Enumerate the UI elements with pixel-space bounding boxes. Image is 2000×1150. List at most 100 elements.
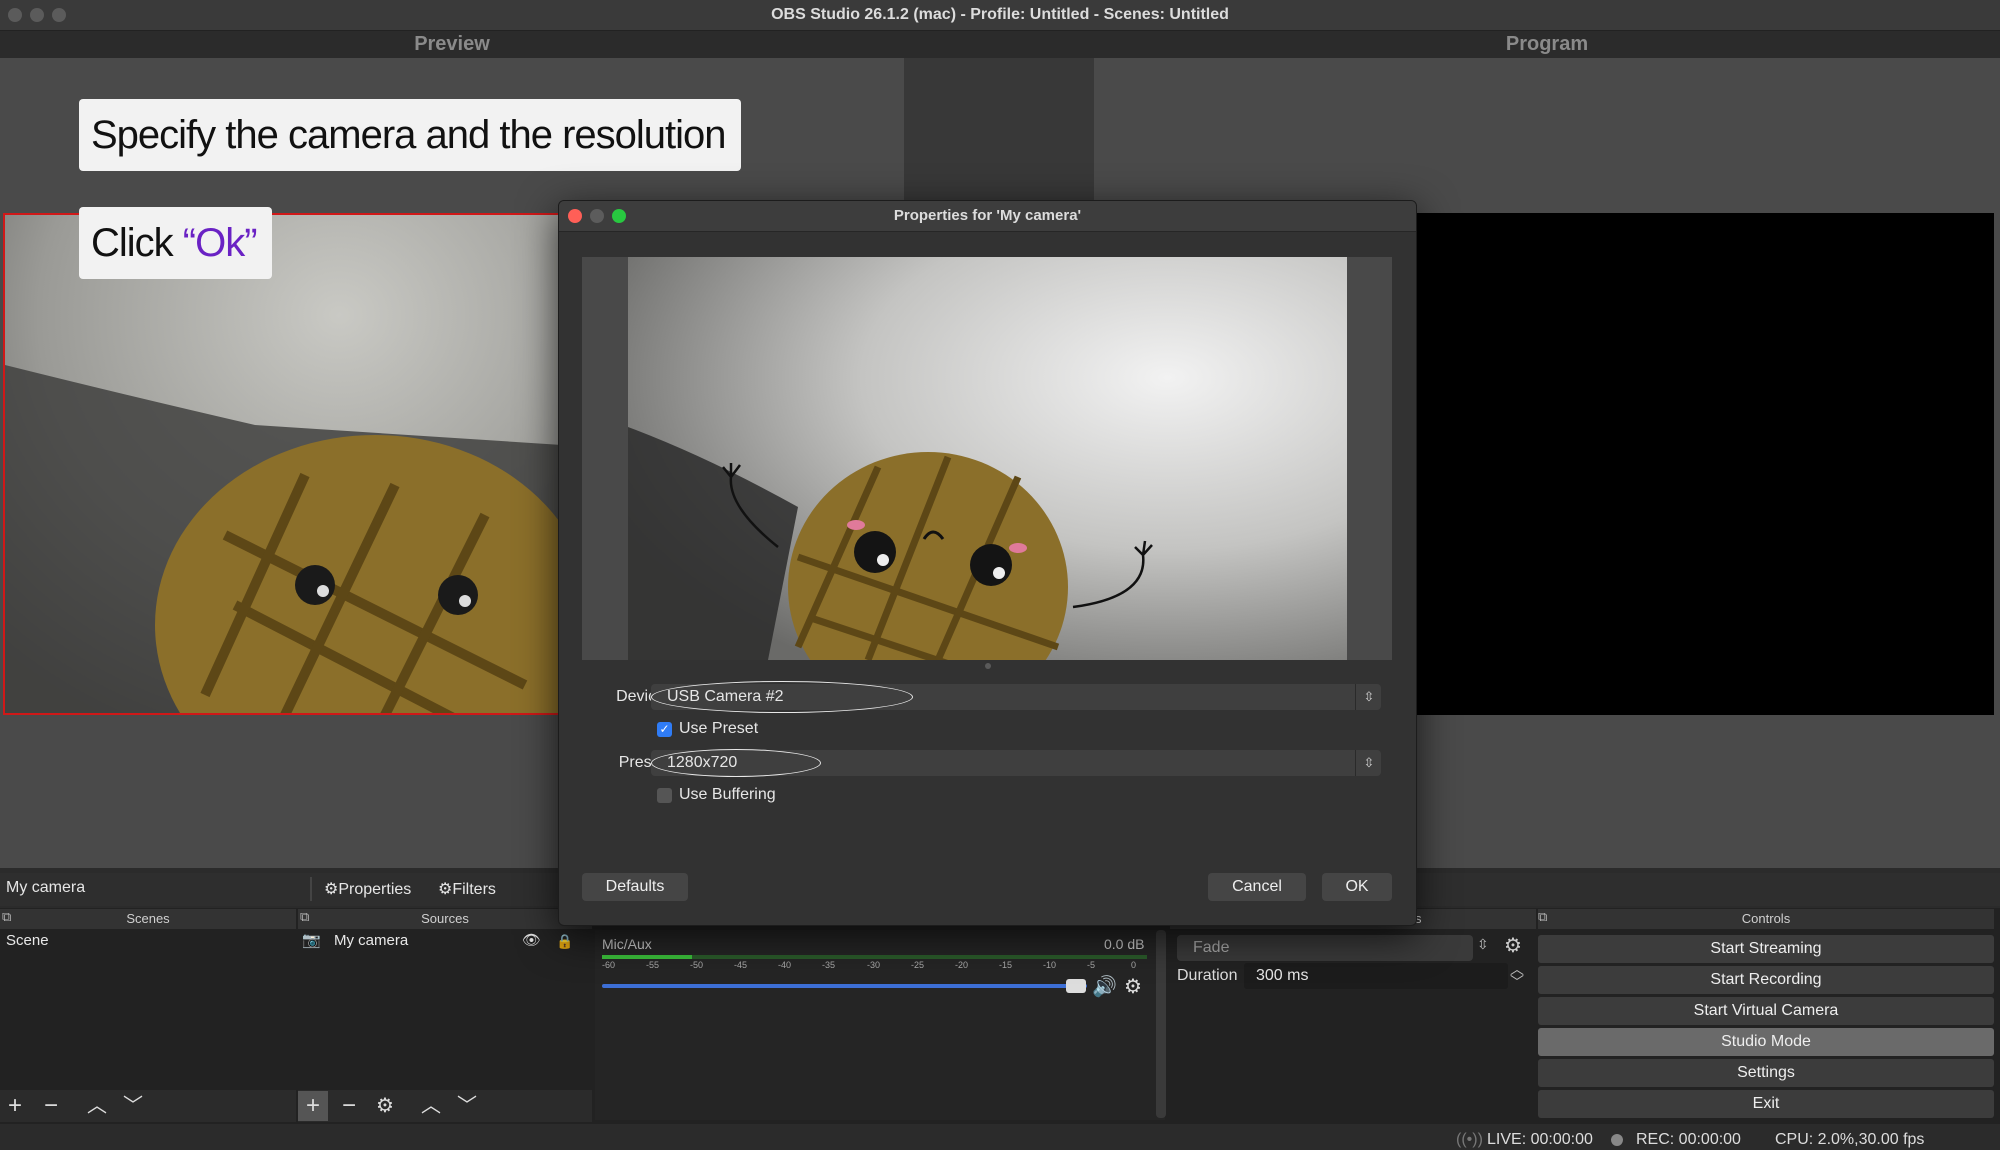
audio-meter-fill xyxy=(602,955,692,959)
gear-icon[interactable]: ⚙ xyxy=(1124,974,1142,999)
transition-gear-icon[interactable]: ⚙ xyxy=(1504,933,1522,958)
filters-button-label: Filters xyxy=(452,881,496,898)
move-source-up-button[interactable]: ︿ xyxy=(416,1091,446,1121)
scenes-dock-title: Scenes xyxy=(0,909,296,929)
meter-tick-label: -5 xyxy=(1087,960,1096,970)
instruction-callout-click-ok: Click “Ok” xyxy=(79,207,272,279)
camera-icon: 📷 xyxy=(302,932,321,949)
defaults-button[interactable]: Defaults xyxy=(582,873,688,901)
meter-tick-label: -20 xyxy=(955,960,969,970)
dialog-title: Properties for 'My camera' xyxy=(893,207,1082,224)
move-scene-down-button[interactable]: ﹀ xyxy=(118,1091,148,1121)
meter-tick-label: 0 xyxy=(1131,960,1137,970)
rec-timer: REC: 00:00:00 xyxy=(1636,1131,1741,1148)
meter-tick-label: -35 xyxy=(822,960,836,970)
undock-icon[interactable]: ⧉ xyxy=(1538,909,1547,925)
meter-tick-label: -40 xyxy=(778,960,792,970)
preset-highlight-circle xyxy=(651,749,821,777)
meter-tick-label: -15 xyxy=(999,960,1013,970)
meter-tick-label: -25 xyxy=(911,960,925,970)
mixer-level-readout: 0.0 dB xyxy=(1104,936,1145,952)
scene-list-item[interactable]: Scene xyxy=(0,930,302,952)
select-chevron-icon: ⇳ xyxy=(1477,936,1489,952)
live-timer: LIVE: 00:00:00 xyxy=(1487,1131,1593,1148)
duration-stepper[interactable]: ︿ ﹀ xyxy=(1510,962,1524,989)
dialog-camera-preview xyxy=(628,257,1347,660)
exit-button[interactable]: Exit xyxy=(1538,1090,1994,1118)
ok-button[interactable]: OK xyxy=(1322,873,1392,901)
undock-icon[interactable]: ⧉ xyxy=(300,909,309,925)
source-properties-gear-icon[interactable]: ⚙ xyxy=(370,1091,400,1121)
properties-button[interactable]: ⚙Properties xyxy=(324,877,411,903)
device-select-chevron-icon: ⇳ xyxy=(1355,684,1382,710)
volume-slider-handle[interactable] xyxy=(1066,979,1086,993)
remove-scene-button[interactable]: − xyxy=(36,1091,66,1121)
properties-button-label: Properties xyxy=(338,881,412,898)
studio-mode-button[interactable]: Studio Mode xyxy=(1538,1028,1994,1056)
sources-dock-title-text: Sources xyxy=(421,911,469,926)
remove-source-button[interactable]: − xyxy=(334,1091,364,1121)
callout-ok-text: “Ok” xyxy=(182,221,258,265)
device-highlight-circle xyxy=(651,681,913,713)
use-preset-label: Use Preset xyxy=(679,720,759,737)
meter-tick-label: -45 xyxy=(734,960,748,970)
properties-dialog: Properties for 'My camera' Device USB Ca… xyxy=(558,200,1417,926)
scenes-dock-title-text: Scenes xyxy=(126,911,170,926)
meter-tick-label: -50 xyxy=(690,960,704,970)
selected-source-name: My camera xyxy=(6,879,86,896)
meter-tick-label: -55 xyxy=(646,960,660,970)
eye-icon[interactable]: 👁 xyxy=(522,930,541,952)
transition-selected: Fade xyxy=(1193,939,1230,956)
meter-ticks: -60 -55 -50 -45 -40 -35 -30 -25 -20 -15 -10 -5 0 xyxy=(602,960,1147,976)
controls-dock-title-text: Controls xyxy=(1741,911,1791,926)
preview-label: Preview xyxy=(414,33,490,55)
cancel-button[interactable]: Cancel xyxy=(1208,873,1306,901)
meter-tick-label: -10 xyxy=(1043,960,1057,970)
source-item-name: My camera xyxy=(334,932,409,949)
record-indicator-icon xyxy=(1611,1134,1623,1146)
add-source-button[interactable]: + xyxy=(298,1091,328,1121)
volume-slider[interactable] xyxy=(602,984,1087,988)
move-scene-up-button[interactable]: ︿ xyxy=(82,1091,112,1121)
instruction-callout-camera-resolution: Specify the camera and the resolution xyxy=(79,99,741,171)
use-buffering-checkbox[interactable] xyxy=(657,788,672,803)
splitter-handle[interactable] xyxy=(985,663,991,669)
start-virtual-camera-button[interactable]: Start Virtual Camera xyxy=(1538,997,1994,1025)
use-preset-checkbox[interactable]: ✓ xyxy=(657,722,672,737)
mixer-scrollbar[interactable] xyxy=(1156,930,1166,1118)
scenes-toolbar: + − ︿ ﹀ xyxy=(0,1090,296,1122)
callout-click-text: Click xyxy=(91,221,183,265)
program-label: Program xyxy=(1505,33,1589,55)
window-title: OBS Studio 26.1.2 (mac) - Profile: Untit… xyxy=(771,6,1229,23)
toolbar-divider xyxy=(310,877,312,901)
lock-icon[interactable]: 🔒 xyxy=(556,930,573,952)
move-source-down-button[interactable]: ﹀ xyxy=(452,1091,482,1121)
gear-icon: ⚙ xyxy=(324,881,339,898)
filter-icon: ⚙ xyxy=(438,881,453,898)
source-list-item[interactable]: 📷 My camera 👁 🔒 xyxy=(298,930,592,952)
sources-toolbar: + − ⚙ ︿ ﹀ xyxy=(298,1090,592,1122)
speaker-icon[interactable]: 🔊 xyxy=(1092,974,1117,999)
meter-tick-label: -60 xyxy=(602,960,616,970)
add-scene-button[interactable]: + xyxy=(0,1091,30,1121)
transition-select[interactable]: Fade xyxy=(1177,935,1473,961)
mixer-channel-name: Mic/Aux xyxy=(602,936,652,952)
meter-tick-label: -30 xyxy=(867,960,881,970)
start-streaming-button[interactable]: Start Streaming xyxy=(1538,935,1994,963)
filters-button[interactable]: ⚙Filters xyxy=(438,877,496,903)
cpu-fps-readout: CPU: 2.0%,30.00 fps xyxy=(1775,1131,1925,1148)
use-buffering-label: Use Buffering xyxy=(679,786,776,803)
settings-button[interactable]: Settings xyxy=(1538,1059,1994,1087)
camera-feed-image xyxy=(5,215,558,713)
start-recording-button[interactable]: Start Recording xyxy=(1538,966,1994,994)
audio-meter xyxy=(602,955,1147,959)
dialog-camera-feed-image xyxy=(628,257,1347,660)
duration-label: Duration xyxy=(1177,967,1238,984)
controls-dock-title: Controls xyxy=(1538,909,1994,929)
duration-input[interactable]: 300 ms xyxy=(1244,963,1508,989)
preset-select-chevron-icon: ⇳ xyxy=(1355,750,1382,776)
undock-icon[interactable]: ⧉ xyxy=(2,909,11,925)
sources-dock-title: Sources xyxy=(298,909,592,929)
window-titlebar: OBS Studio 26.1.2 (mac) - Profile: Untit… xyxy=(0,0,2000,31)
camera-source-bounding-box[interactable] xyxy=(3,213,560,715)
